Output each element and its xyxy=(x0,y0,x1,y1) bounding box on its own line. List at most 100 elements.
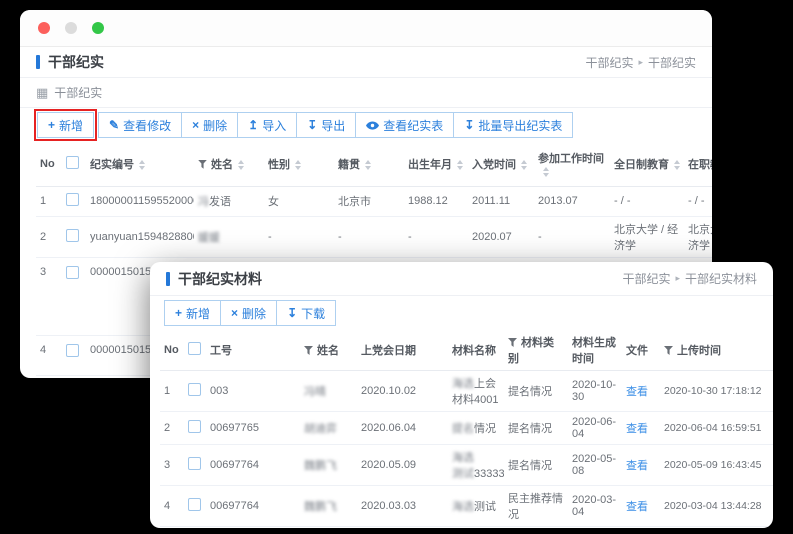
filter-icon[interactable] xyxy=(304,346,313,355)
page-header: 干部纪实 干部纪实 ▸ 干部纪实 xyxy=(20,47,712,78)
cell-work-start: 2013.07 xyxy=(534,186,610,216)
toolbar: + 新增 × 删除 ↧ 下载 xyxy=(150,296,773,330)
view-edit-button[interactable]: ✎ 查看修改 xyxy=(98,112,182,138)
close-window-button[interactable] xyxy=(38,22,50,34)
col-header-upload-time[interactable]: 上传时间 xyxy=(660,330,773,371)
plus-icon: + xyxy=(48,119,55,131)
filter-icon[interactable] xyxy=(508,338,517,347)
col-header-party-join[interactable]: 入党时间 xyxy=(468,142,534,186)
col-header-work-start[interactable]: 参加工作时间 xyxy=(534,142,610,186)
row-checkbox[interactable] xyxy=(188,457,201,470)
col-header-fulltime-edu[interactable]: 全日制教育 xyxy=(610,142,684,186)
minimize-window-button[interactable] xyxy=(65,22,77,34)
view-file-link[interactable]: 查看 xyxy=(626,423,648,435)
cell-material-type: 提名情况 xyxy=(504,445,568,486)
table-row: 4 00697764 魏鹏飞 2020.03.03 海选测试 民主推荐情况 20… xyxy=(160,486,773,527)
col-header-emp-id: 工号 xyxy=(206,330,300,371)
cell-gen-time: 2020-03-04 xyxy=(568,486,622,527)
filter-icon[interactable] xyxy=(664,346,673,355)
title-accent-bar xyxy=(166,272,170,286)
view-record-table-button[interactable]: 查看纪实表 xyxy=(355,112,454,138)
sort-icon[interactable] xyxy=(543,167,549,177)
col-header-onjob-edu[interactable]: 在职教育 xyxy=(684,142,712,186)
cell-material-name: 海选上会材料4001 xyxy=(448,371,504,412)
breadcrumb-item[interactable]: 干部纪实 xyxy=(622,270,670,287)
sort-icon[interactable] xyxy=(139,160,145,170)
import-button[interactable]: ↥ 导入 xyxy=(237,112,297,138)
col-header-no: No xyxy=(160,330,184,371)
sort-icon[interactable] xyxy=(295,160,301,170)
add-button[interactable]: + 新增 xyxy=(164,300,221,326)
export-button[interactable]: ↧ 导出 xyxy=(296,112,356,138)
breadcrumb-item[interactable]: 干部纪实 xyxy=(585,54,633,71)
cell-upload-time: 2020-06-04 16:59:51 xyxy=(660,412,773,445)
page-title: 干部纪实 xyxy=(36,52,104,72)
sort-icon[interactable] xyxy=(457,160,463,170)
col-header-origin[interactable]: 籍贯 xyxy=(334,142,404,186)
sort-icon[interactable] xyxy=(521,160,527,170)
select-all-checkbox[interactable] xyxy=(188,342,201,355)
annotation-highlight-box: + 新增 xyxy=(34,109,97,141)
cell-no: 2 xyxy=(36,216,62,257)
breadcrumb-item-current: 干部纪实 xyxy=(648,54,696,71)
view-file-link[interactable]: 查看 xyxy=(626,501,648,513)
sort-icon[interactable] xyxy=(238,160,244,170)
edit-icon: ✎ xyxy=(109,119,119,131)
cell-upload-time: 2020-05-09 16:43:45 xyxy=(660,445,773,486)
row-checkbox[interactable] xyxy=(66,193,79,206)
add-button[interactable]: + 新增 xyxy=(37,112,94,138)
row-checkbox[interactable] xyxy=(66,344,79,357)
breadcrumb-arrow-icon: ▸ xyxy=(638,57,643,68)
cadre-materials-window: 干部纪实材料 干部纪实 ▸ 干部纪实材料 + 新增 × 删除 ↧ 下载 No xyxy=(150,262,773,528)
cell-meeting-date: 2020.10.02 xyxy=(357,371,448,412)
download-button[interactable]: ↧ 下载 xyxy=(276,300,336,326)
download-icon: ↧ xyxy=(464,119,474,131)
col-header-gender[interactable]: 性别 xyxy=(264,142,334,186)
cell-name: 冯发语 xyxy=(194,186,264,216)
cell-gen-time: 2020-10-30 xyxy=(568,371,622,412)
row-checkbox[interactable] xyxy=(188,420,201,433)
delete-button[interactable]: × 删除 xyxy=(220,300,277,326)
col-header-name[interactable]: 姓名 xyxy=(300,330,357,371)
sort-icon[interactable] xyxy=(365,160,371,170)
col-header-material-name: 材料名称 xyxy=(448,330,504,371)
view-file-link[interactable]: 查看 xyxy=(626,386,648,398)
row-checkbox[interactable] xyxy=(188,498,201,511)
col-header-gen-time: 材料生成时间 xyxy=(568,330,622,371)
row-checkbox[interactable] xyxy=(66,266,79,279)
cell-onjob-edu: 北京大学 / 经济学 xyxy=(684,216,712,257)
cell-gender: - xyxy=(264,216,334,257)
col-header-material-type[interactable]: 材料类别 xyxy=(504,330,568,371)
cell-material-name: 提名情况 xyxy=(448,412,504,445)
col-header-birth[interactable]: 出生年月 xyxy=(404,142,468,186)
breadcrumb: 干部纪实 ▸ 干部纪实材料 xyxy=(622,270,757,287)
cell-fulltime-edu: - / - xyxy=(610,186,684,216)
cell-material-type: 提名情况 xyxy=(504,527,568,529)
cell-emp-id: 00697765 xyxy=(206,412,300,445)
cell-gen-time: 2020-05-08 xyxy=(568,445,622,486)
cell-no: 4 xyxy=(160,486,184,527)
cell-material-type: 民主推荐情况 xyxy=(504,486,568,527)
cell-fulltime-edu: 北京大学 / 经济学 xyxy=(610,216,684,257)
table-row: 3 00697764 魏鹏飞 2020.05.09 海选测试3333333333… xyxy=(160,445,773,486)
col-header-select xyxy=(184,330,206,371)
filter-icon[interactable] xyxy=(198,160,207,169)
breadcrumb: 干部纪实 ▸ 干部纪实 xyxy=(585,54,696,71)
col-header-name[interactable]: 姓名 xyxy=(194,142,264,186)
delete-button[interactable]: × 删除 xyxy=(181,112,238,138)
cell-gender: 女 xyxy=(264,186,334,216)
col-header-no: No xyxy=(36,142,62,186)
cell-meeting-date: 2020.03.03 xyxy=(357,486,448,527)
view-file-link[interactable]: 查看 xyxy=(626,460,648,472)
maximize-window-button[interactable] xyxy=(92,22,104,34)
col-header-record-id[interactable]: 纪实编号 xyxy=(86,142,194,186)
col-header-meeting-date: 上党会日期 xyxy=(357,330,448,371)
cell-no: 2 xyxy=(160,412,184,445)
close-icon: × xyxy=(231,307,238,319)
select-all-checkbox[interactable] xyxy=(66,156,79,169)
row-checkbox[interactable] xyxy=(188,383,201,396)
sort-icon[interactable] xyxy=(674,160,680,170)
batch-export-button[interactable]: ↧ 批量导出纪实表 xyxy=(453,112,573,138)
row-checkbox[interactable] xyxy=(66,229,79,242)
cell-meeting-date: 2020.05.09 xyxy=(357,445,448,486)
